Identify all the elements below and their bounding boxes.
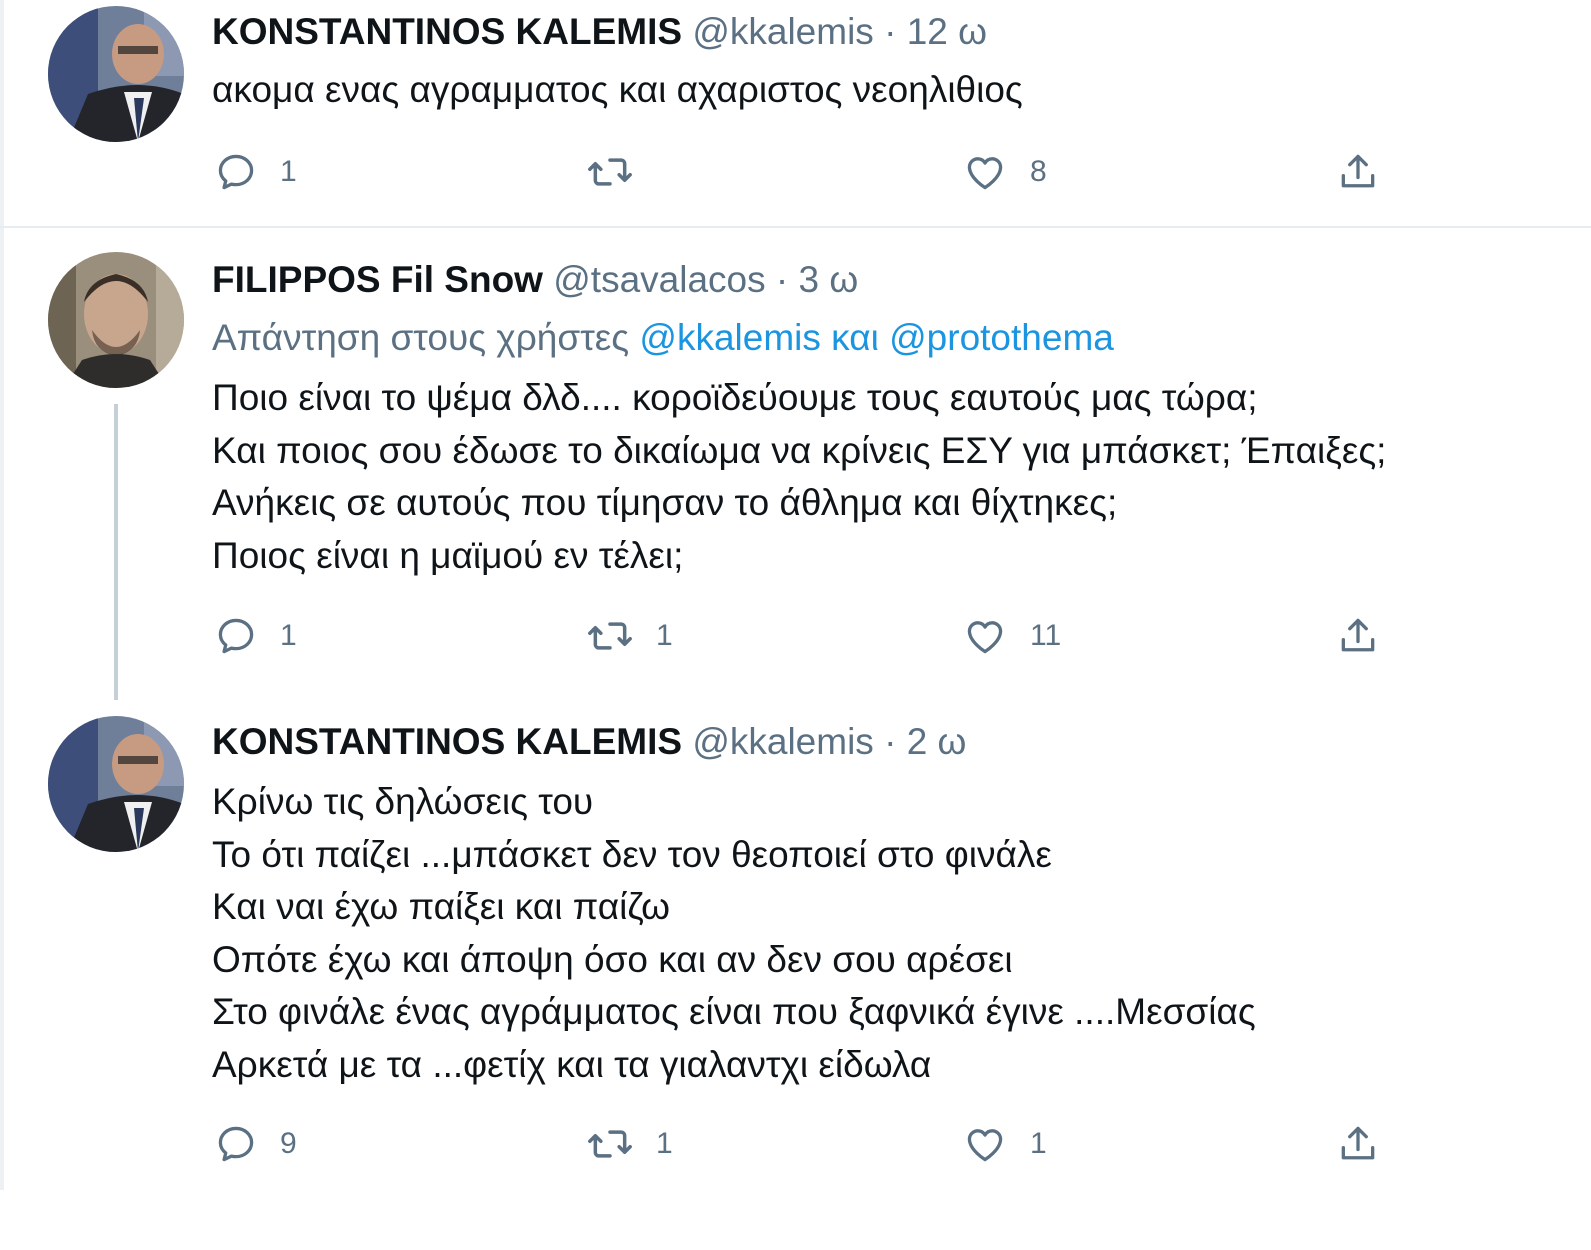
reply-count: 9 (280, 1127, 297, 1160)
avatar[interactable] (48, 716, 184, 852)
tweet-text-line: Και ναι έχω παίξει και παίζω (212, 886, 671, 927)
like-count: 8 (1030, 155, 1047, 188)
like-button[interactable]: 1 (962, 1122, 1047, 1166)
tweet-text-line: Το ότι παίζει ...μπάσκετ δεν τον θεοποιε… (212, 833, 1052, 875)
display-name[interactable]: KONSTANTINOS KALEMIS (212, 11, 682, 52)
timestamp[interactable]: 12 ω (907, 11, 987, 52)
retweet-count: 1 (656, 1127, 673, 1160)
retweet-count: 1 (656, 619, 673, 652)
timestamp[interactable]: 3 ω (799, 259, 859, 300)
separator-dot: · (884, 721, 897, 762)
reply-button[interactable]: 1 (214, 150, 297, 194)
tweet-header: KONSTANTINOS KALEMIS @kkalemis · 12 ω (212, 10, 987, 54)
display-name[interactable]: FILIPPOS Fil Snow (212, 259, 543, 300)
tweet-text: ακομα ενας αγραμματος και αχαριστος νεοη… (212, 64, 1023, 117)
tweet-text-line: Ποιο είναι το ψέμα δλδ.... κοροϊδεύουμε … (212, 377, 1258, 418)
tweet-text-line: Ποιος είναι η μαϊμού εν τέλει; (212, 534, 684, 576)
reply-count: 1 (280, 155, 297, 188)
like-icon (962, 1122, 1008, 1166)
reply-icon (214, 614, 258, 658)
like-button[interactable]: 11 (962, 614, 1061, 658)
like-icon (962, 614, 1008, 658)
tweet-text-line: Αρκετά με τα ...φετίχ και τα γιαλαντχι ε… (212, 1043, 932, 1085)
timestamp[interactable]: 2 ω (907, 721, 967, 762)
tweet-header: KONSTANTINOS KALEMIS @kkalemis · 2 ω (212, 720, 966, 764)
separator-dot: · (775, 259, 789, 300)
share-icon (1334, 614, 1382, 658)
reply-button[interactable]: 1 (214, 614, 297, 658)
display-name[interactable]: KONSTANTINOS KALEMIS (212, 721, 682, 762)
like-button[interactable]: 8 (962, 150, 1047, 194)
like-icon (962, 150, 1008, 194)
retweet-button[interactable] (586, 150, 656, 194)
share-icon (1334, 1122, 1382, 1166)
retweet-button[interactable]: 1 (586, 614, 673, 658)
tweet-text-line: ακομα ενας αγραμματος και αχαριστος νεοη… (212, 69, 1023, 110)
replying-to-users[interactable]: @kkalemis και @protothema (639, 317, 1113, 358)
reply-button[interactable]: 9 (214, 1122, 297, 1166)
user-handle[interactable]: @kkalemis (692, 721, 873, 762)
tweet[interactable]: KONSTANTINOS KALEMIS @kkalemis · 12 ω ακ… (0, 0, 1591, 226)
retweet-button[interactable]: 1 (586, 1122, 673, 1166)
separator-dot: · (884, 11, 897, 52)
retweet-icon (586, 1122, 634, 1166)
tweet-text-line: Οπότε έχω και άποψη όσο και αν δεν σου α… (212, 938, 1013, 980)
tweet-text-line: Στο φινάλε ένας αγράμματος είναι που ξαφ… (212, 991, 1256, 1032)
replying-to-label: Απάντηση στους χρήστες (212, 317, 630, 358)
retweet-icon (586, 614, 634, 658)
like-count: 11 (1030, 619, 1062, 652)
retweet-icon (586, 150, 634, 194)
reply-count: 1 (280, 619, 297, 652)
tweet[interactable]: KONSTANTINOS KALEMIS @kkalemis · 2 ω Κρί… (0, 708, 1591, 1190)
tweet-text-line: Κρίνω τις δηλώσεις του (212, 781, 594, 822)
avatar[interactable] (48, 252, 184, 388)
tweet-header: FILIPPOS Fil Snow @tsavalacos · 3 ω (212, 258, 858, 302)
tweet-text-line: Και ποιος σου έδωσε το δικαίωμα να κρίνε… (212, 429, 1387, 471)
reply-icon (214, 1122, 258, 1166)
tweet[interactable]: FILIPPOS Fil Snow @tsavalacos · 3 ω Απάν… (0, 228, 1591, 708)
like-count: 1 (1030, 1127, 1047, 1160)
share-button[interactable] (1334, 150, 1382, 194)
tweet-feed: KONSTANTINOS KALEMIS @kkalemis · 12 ω ακ… (0, 0, 1591, 1250)
tweet-text-line: Ανήκεις σε αυτούς που τίμησαν το άθλημα … (212, 482, 1118, 523)
tweet-text: Ποιο είναι το ψέμα δλδ.... κοροϊδεύουμε … (212, 372, 1386, 582)
avatar[interactable] (48, 6, 184, 142)
reply-icon (214, 150, 258, 194)
tweet-text: Κρίνω τις δηλώσεις του Το ότι παίζει ...… (212, 776, 1256, 1091)
user-handle[interactable]: @kkalemis (692, 11, 873, 52)
thread-line (114, 404, 118, 700)
replying-to: Απάντηση στους χρήστες @kkalemis και @pr… (212, 316, 1114, 360)
share-button[interactable] (1334, 1122, 1382, 1166)
share-button[interactable] (1334, 614, 1382, 658)
share-icon (1334, 150, 1382, 194)
user-handle[interactable]: @tsavalacos (553, 259, 765, 300)
